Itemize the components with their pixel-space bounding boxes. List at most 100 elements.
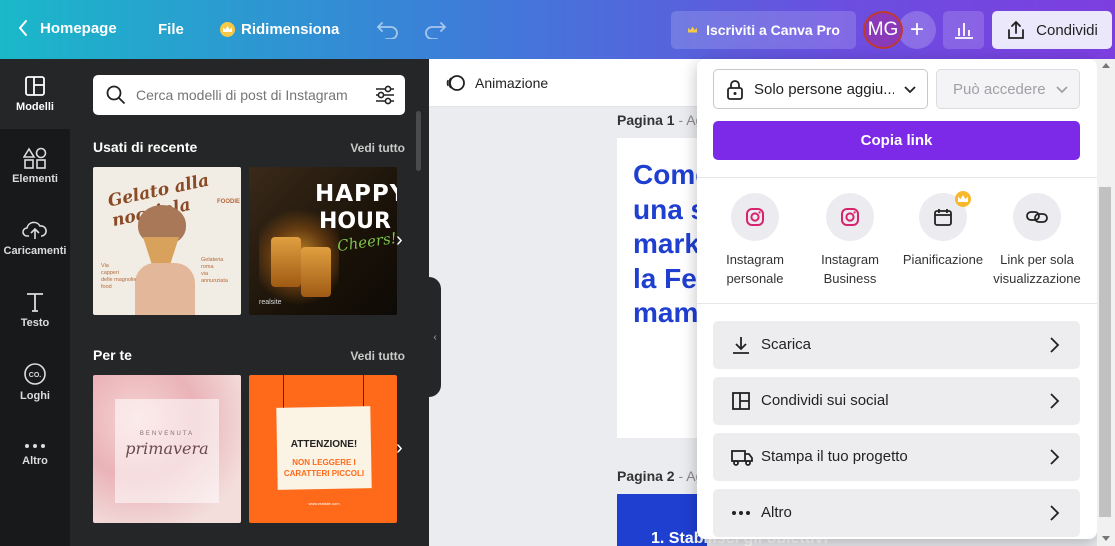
animation-button[interactable]: Animazione xyxy=(445,73,548,93)
upgrade-pro-button[interactable]: Iscriviti a Canva Pro xyxy=(671,11,856,49)
text-icon xyxy=(27,293,43,312)
calendar-icon xyxy=(934,209,952,226)
undo-button[interactable] xyxy=(376,19,400,44)
insights-button[interactable] xyxy=(943,11,984,49)
happy-hour-brand: realsite xyxy=(259,299,282,306)
bar-chart-icon xyxy=(954,23,973,39)
share-option-scheduling[interactable]: Pianificazione xyxy=(896,191,990,269)
chevron-down-icon xyxy=(904,86,916,94)
redo-icon xyxy=(425,22,447,40)
more-dots-icon xyxy=(25,444,45,448)
rail-item-more[interactable]: Altro xyxy=(0,419,70,489)
collapse-panel-tab[interactable]: ‹ xyxy=(429,277,441,397)
scroll-up-arrow[interactable] xyxy=(1102,63,1110,68)
divider xyxy=(697,303,1097,304)
scroll-thumb[interactable] xyxy=(1099,187,1111,517)
rail-item-uploads[interactable]: Caricamenti xyxy=(0,203,70,273)
share-option-instagram-personal[interactable]: Instagram personale xyxy=(708,193,802,288)
primavera-title: primavera xyxy=(125,439,209,458)
copy-link-button[interactable]: Copia link xyxy=(713,121,1080,160)
avatar[interactable]: MG xyxy=(863,11,903,49)
template-search-box[interactable] xyxy=(93,75,405,115)
rail-label: Altro xyxy=(22,455,48,467)
animation-icon xyxy=(446,75,465,91)
option-label: Pianificazione xyxy=(902,252,984,267)
resize-button[interactable]: Ridimensiona xyxy=(220,21,339,38)
template-thumb-happy-hour[interactable]: HAPPY HOUR Cheers! realsite xyxy=(249,167,397,315)
recent-see-all-link[interactable]: Vedi tutto xyxy=(350,141,405,155)
more-dots-icon xyxy=(732,511,750,515)
happy-hour-line1: HAPPY xyxy=(315,181,397,207)
permission-select[interactable]: Può accedere xyxy=(936,69,1080,109)
pro-crown-badge xyxy=(955,191,971,207)
page-2-label: Pagina 2 - Ag xyxy=(617,468,704,484)
link-access-value: Solo persone aggiu... xyxy=(754,81,894,98)
rail-item-templates[interactable]: Modelli xyxy=(0,59,70,129)
homepage-button[interactable]: Homepage xyxy=(18,18,117,38)
instagram-icon xyxy=(841,208,859,226)
share-option-view-only-link[interactable]: Link per sola visualizzazione xyxy=(989,193,1085,288)
template-thumb-gelato[interactable]: Gelato alla nocciola FOODIE Via capperi … xyxy=(93,167,241,315)
hanging-string xyxy=(363,375,364,409)
template-thumb-attenzione[interactable]: ATTENZIONE! NON LEGGERE I CARATTERI PICC… xyxy=(249,375,397,523)
share-button[interactable]: Condividi xyxy=(992,11,1112,49)
rail-item-text[interactable]: Testo xyxy=(0,275,70,345)
share-social-button[interactable]: Condividi sui social xyxy=(713,377,1080,425)
beer-glass xyxy=(301,247,331,297)
chevron-right-icon xyxy=(1050,337,1060,353)
attenzione-fine-print: www.realsite.com xyxy=(308,501,340,506)
dropdown-scrollbar[interactable] xyxy=(1097,59,1115,546)
resize-label: Ridimensiona xyxy=(241,21,340,38)
link-access-select[interactable]: Solo persone aggiu... xyxy=(713,69,928,109)
page-1-canvas[interactable]: Come una s mark la Fes mam xyxy=(617,138,712,438)
chevron-left-icon: ‹ xyxy=(433,331,437,343)
option-label: Instagram personale xyxy=(726,252,784,286)
scroll-down-arrow[interactable] xyxy=(1102,536,1110,541)
primavera-small-text: BENVENUTA xyxy=(139,431,195,437)
page-1-label: Pagina 1 - Ag xyxy=(617,112,704,128)
share-option-instagram-business[interactable]: Instagram Business xyxy=(803,193,897,288)
action-label: Condividi sui social xyxy=(761,392,889,409)
print-project-button[interactable]: Stampa il tuo progetto xyxy=(713,433,1080,481)
panel-scrollbar[interactable] xyxy=(416,111,421,171)
share-dropdown: Solo persone aggiu... Può accedere Copia… xyxy=(697,59,1097,539)
for-you-next-arrow[interactable]: › xyxy=(396,437,403,460)
share-upload-icon xyxy=(1008,20,1025,39)
hanging-string xyxy=(283,375,284,409)
file-menu-button[interactable]: File xyxy=(158,21,184,38)
left-rail: Modelli Elementi Caricamenti Testo CO. L… xyxy=(0,59,70,546)
social-layout-icon xyxy=(732,392,750,410)
option-icon-circle xyxy=(826,193,874,241)
page-2-canvas[interactable]: 1. Stabilisci gli obiettivi xyxy=(617,494,828,546)
rail-label: Caricamenti xyxy=(3,245,67,257)
download-icon xyxy=(733,337,749,354)
top-bar: Homepage File Ridimensiona Iscriviti a C… xyxy=(0,0,1115,59)
template-thumb-primavera[interactable]: BENVENUTA primavera xyxy=(93,375,241,523)
action-label: Stampa il tuo progetto xyxy=(761,448,908,465)
option-label: Link per sola visualizzazione xyxy=(993,252,1081,286)
chevron-left-icon xyxy=(18,20,27,36)
svg-text:CO.: CO. xyxy=(29,372,42,379)
redo-button[interactable] xyxy=(423,19,447,44)
add-collaborator-button[interactable]: + xyxy=(898,11,936,49)
hand-image xyxy=(135,263,195,315)
option-icon-circle xyxy=(731,193,779,241)
filter-sliders-icon[interactable] xyxy=(374,84,396,106)
chevron-right-icon xyxy=(1050,449,1060,465)
rail-item-elements[interactable]: Elementi xyxy=(0,131,70,201)
template-search-input[interactable] xyxy=(136,83,362,107)
action-label: Altro xyxy=(761,504,792,521)
divider xyxy=(697,177,1097,178)
more-actions-button[interactable]: Altro xyxy=(713,489,1080,537)
gelato-left-text: Via capperi delle magnolie food xyxy=(101,263,137,290)
recent-next-arrow[interactable]: › xyxy=(396,229,403,252)
undo-icon xyxy=(376,22,398,40)
gelato-tag: FOODIE xyxy=(217,199,241,205)
rail-item-logos[interactable]: CO. Loghi xyxy=(0,347,70,417)
attenzione-subtitle: NON LEGGERE I CARATTERI PICCOLI xyxy=(283,458,365,478)
share-label: Condividi xyxy=(1036,21,1098,39)
rail-label: Modelli xyxy=(16,101,54,113)
download-button[interactable]: Scarica xyxy=(713,321,1080,369)
for-you-see-all-link[interactable]: Vedi tutto xyxy=(350,349,405,363)
rail-label: Elementi xyxy=(12,173,58,185)
